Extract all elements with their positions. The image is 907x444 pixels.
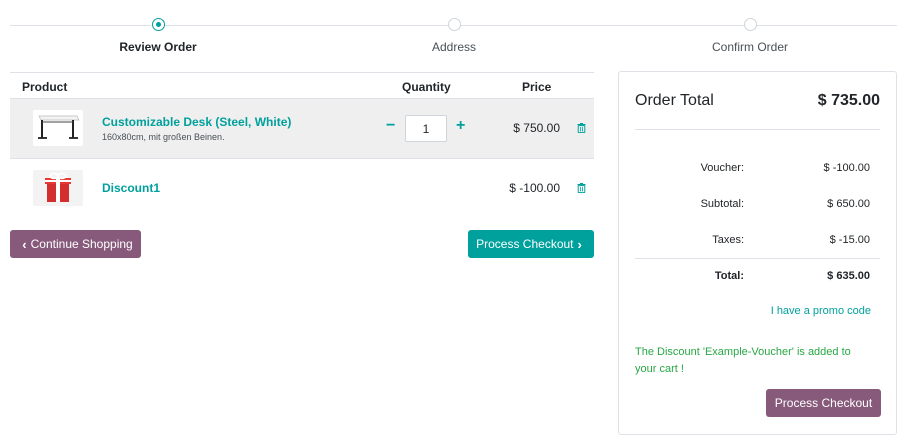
total-label: Total:	[714, 270, 744, 282]
summary-process-checkout-label: Process Checkout	[774, 396, 873, 410]
product-name-link[interactable]: Discount1	[102, 181, 160, 195]
step-label: Address	[431, 40, 477, 54]
quantity-decrease-button[interactable]: −	[386, 117, 395, 135]
quantity-increase-button[interactable]: +	[456, 117, 465, 135]
total-value: $ 635.00	[827, 270, 870, 282]
line-price: $ -100.00	[509, 181, 560, 195]
voucher-label: Voucher:	[700, 162, 744, 174]
divider	[635, 129, 880, 130]
step-address[interactable]: Address	[354, 18, 554, 54]
column-product: Product	[22, 80, 68, 94]
column-quantity: Quantity	[402, 80, 451, 94]
promo-code-link[interactable]: I have a promo code	[771, 305, 871, 317]
quantity-input[interactable]	[405, 115, 447, 142]
order-total-title: Order Total	[635, 92, 714, 109]
line-price: $ 750.00	[513, 121, 560, 135]
subtotal-value: $ 650.00	[827, 198, 870, 210]
voucher-value: $ -100.00	[823, 162, 870, 174]
step-active-dot-icon	[151, 18, 165, 31]
step-label: Confirm Order	[711, 40, 788, 54]
step-dot-icon	[447, 18, 461, 31]
gift-icon[interactable]	[33, 170, 83, 206]
trash-icon[interactable]	[577, 123, 586, 133]
taxes-label: Taxes:	[712, 234, 744, 246]
process-checkout-label: Process Checkout	[476, 237, 574, 251]
taxes-value: $ -15.00	[829, 234, 870, 246]
column-price: Price	[522, 80, 552, 94]
summary-process-checkout-button[interactable]: Process Checkout	[766, 389, 881, 417]
trash-icon[interactable]	[577, 183, 586, 193]
process-checkout-button[interactable]: Process Checkout ›	[468, 230, 594, 258]
cart-line: Discount1 $ -100.00	[10, 159, 594, 217]
cart-table-header: Product Quantity Price	[10, 72, 594, 99]
step-confirm-order[interactable]: Confirm Order	[650, 18, 850, 54]
step-label: Review Order	[119, 40, 197, 54]
order-total-amount: $ 735.00	[817, 92, 880, 109]
checkout-progress: Review Order Address Confirm Order	[10, 0, 897, 62]
discount-applied-message: The Discount 'Example-Voucher' is added …	[635, 346, 851, 375]
chevron-left-icon: ‹	[22, 236, 27, 252]
product-description: 160x80cm, mit großen Beinen.	[102, 132, 225, 142]
continue-shopping-label: Continue Shopping	[30, 237, 133, 251]
divider	[635, 258, 880, 259]
cart-line: Customizable Desk (Steel, White) 160x80c…	[10, 99, 594, 159]
order-summary-card: Order Total $ 735.00 Voucher: $ -100.00 …	[618, 71, 897, 435]
step-dot-icon	[743, 18, 757, 31]
desk-icon[interactable]	[33, 110, 83, 146]
cart-table: Product Quantity Price Customizable Desk…	[10, 72, 594, 217]
product-name-link[interactable]: Customizable Desk (Steel, White)	[102, 115, 291, 129]
subtotal-label: Subtotal:	[700, 198, 744, 210]
chevron-right-icon: ›	[577, 236, 582, 252]
step-review-order[interactable]: Review Order	[58, 18, 258, 54]
continue-shopping-button[interactable]: ‹ Continue Shopping	[10, 230, 141, 258]
